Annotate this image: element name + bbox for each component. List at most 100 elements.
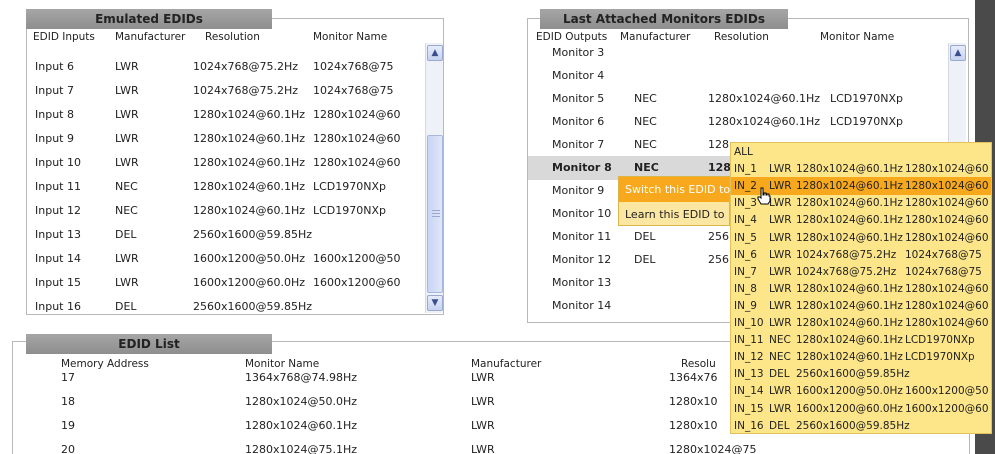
item-manufacturer: NEC xyxy=(769,334,791,347)
table-row[interactable]: Monitor 4 xyxy=(528,64,946,88)
table-row[interactable]: Input 12 NEC 1280x1024@60.1Hz LCD1970NXp xyxy=(27,199,421,223)
manufacturer-cell: NEC xyxy=(115,180,138,193)
item-id: IN_12 xyxy=(734,351,764,364)
last-attached-tab: Last Attached Monitors EDIDs xyxy=(540,9,788,29)
item-id: IN_3 xyxy=(734,197,757,210)
item-resolution: 2560x1600@59.85Hz xyxy=(796,368,910,381)
switch-edid-menu-item[interactable]: Switch this EDID to xyxy=(619,177,730,202)
header-edid-inputs: EDID Inputs xyxy=(33,31,95,43)
item-manufacturer: LWR xyxy=(769,197,792,210)
item-manufacturer: LWR xyxy=(769,385,792,398)
learn-edid-menu-item[interactable]: Learn this EDID to xyxy=(619,202,729,227)
manufacturer-cell: LWR xyxy=(471,395,495,408)
table-row[interactable]: Input 7 LWR 1024x768@75.2Hz 1024x768@75 xyxy=(27,79,421,103)
table-row[interactable]: Input 11 NEC 1280x1024@60.1Hz LCD1970NXp xyxy=(27,175,421,199)
scroll-down-button[interactable]: ▼ xyxy=(427,295,443,311)
item-resolution: 1280x1024@60.1Hz xyxy=(796,299,903,312)
item-monitor-name: LCD1970NXp xyxy=(905,334,975,347)
dropdown-item[interactable]: IN_1 LWR 1280x1024@60.1Hz 1280x1024@60 xyxy=(731,160,991,178)
item-monitor-name: 1280x1024@60 xyxy=(905,197,989,210)
table-row[interactable]: Input 14 LWR 1600x1200@50.0Hz 1600x1200@50 xyxy=(27,247,421,271)
table-row[interactable]: Input 13 DEL 2560x1600@59.85Hz xyxy=(27,223,421,247)
table-row[interactable]: Monitor 3 xyxy=(528,41,946,65)
dropdown-item[interactable]: IN_14 LWR 1600x1200@50.0Hz 1600x1200@50 xyxy=(731,382,991,400)
output-cell: Monitor 3 xyxy=(552,46,605,59)
resolution-cell: 1600x1200@50.0Hz xyxy=(193,252,306,265)
hand-cursor-icon xyxy=(757,187,771,205)
table-row[interactable]: Monitor 5 NEC 1280x1024@60.1Hz LCD1970NXp xyxy=(528,87,946,111)
table-row[interactable]: Input 6 LWR 1024x768@75.2Hz 1024x768@75 xyxy=(27,55,421,79)
item-id: IN_15 xyxy=(734,402,764,415)
item-manufacturer: LWR xyxy=(769,402,792,415)
item-monitor-name: 1280x1024@60 xyxy=(905,180,989,193)
dropdown-item[interactable]: IN_7 LWR 1024x768@75.2Hz 1024x768@75 xyxy=(731,263,991,281)
dropdown-item[interactable]: IN_12 NEC 1280x1024@60.1Hz LCD1970NXp xyxy=(731,348,991,366)
monitor-name-cell: LCD1970NXp xyxy=(830,92,904,105)
address-cell: 18 xyxy=(61,395,75,408)
monitor-name-cell: 1280x1024@75.1Hz xyxy=(245,443,358,454)
item-monitor-name: 1024x768@75 xyxy=(905,265,982,278)
scroll-thumb[interactable] xyxy=(427,135,443,293)
dropdown-item[interactable]: IN_8 LWR 1280x1024@60.1Hz 1280x1024@60 xyxy=(731,280,991,298)
manufacturer-cell: LWR xyxy=(115,276,139,289)
edid-manager-screen: EDID Inputs Manufacturer Resolution Moni… xyxy=(0,0,995,454)
manufacturer-cell: NEC xyxy=(115,204,138,217)
item-manufacturer: LWR xyxy=(769,317,792,329)
table-row[interactable]: Monitor 6 NEC 1280x1024@60.1Hz LCD1970NXp xyxy=(528,110,946,134)
grip-line xyxy=(432,210,440,211)
emulated-scrollbar[interactable]: ▲ ▼ xyxy=(425,43,443,313)
item-manufacturer: DEL xyxy=(769,368,790,381)
table-row[interactable]: Input 8 LWR 1280x1024@60.1Hz 1280x1024@60 xyxy=(27,103,421,127)
address-cell: 17 xyxy=(61,371,75,384)
item-id: IN_9 xyxy=(734,299,757,312)
address-cell: 20 xyxy=(61,443,75,454)
table-row[interactable]: Input 15 LWR 1600x1200@60.0Hz 1600x1200@60 xyxy=(27,271,421,295)
input-cell: Input 8 xyxy=(35,108,74,121)
output-cell: Monitor 9 xyxy=(552,184,605,197)
input-cell: Input 12 xyxy=(35,204,81,217)
dropdown-item[interactable]: IN_9 LWR 1280x1024@60.1Hz 1280x1024@60 xyxy=(731,297,991,315)
resolution-cell: 1280x1024@60.1Hz xyxy=(708,115,821,128)
resolution-cell: 1280x1024@60.1Hz xyxy=(193,204,306,217)
dropdown-item[interactable]: IN_11 NEC 1280x1024@60.1Hz LCD1970NXp xyxy=(731,331,991,349)
table-row[interactable]: 20 1280x1024@75.1Hz LWR 1280x1024@75 xyxy=(13,438,969,454)
table-row[interactable]: Input 10 LWR 1280x1024@60.1Hz 1280x1024@60 xyxy=(27,151,421,175)
item-manufacturer: LWR xyxy=(769,248,792,261)
scroll-up-button[interactable]: ▲ xyxy=(427,45,443,61)
table-row[interactable]: Input 9 LWR 1280x1024@60.1Hz 1280x1024@60 xyxy=(27,127,421,151)
dropdown-item[interactable]: IN_15 LWR 1600x1200@60.0Hz 1600x1200@60 xyxy=(731,400,991,418)
monitor-name-cell: LCD1970NXp xyxy=(830,115,904,128)
item-resolution: 1280x1024@60.1Hz xyxy=(796,282,903,295)
item-id: IN_2 xyxy=(734,180,757,193)
dropdown-item[interactable]: IN_5 LWR 1280x1024@60.1Hz 1280x1024@60 xyxy=(731,229,991,247)
output-cell: Monitor 11 xyxy=(552,230,612,243)
resolution-cell: 1280x10 xyxy=(669,395,718,408)
item-monitor-name: LCD1970NXp xyxy=(905,351,975,364)
item-resolution: 2560x1600@59.85Hz xyxy=(796,419,910,432)
dropdown-item[interactable]: IN_16 DEL 2560x1600@59.85Hz xyxy=(731,417,991,435)
item-manufacturer: LWR xyxy=(769,265,792,278)
output-cell: Monitor 13 xyxy=(552,276,612,289)
dropdown-item[interactable]: IN_10 LWR 1280x1024@60.1Hz 1280x1024@60 xyxy=(731,314,991,332)
manufacturer-cell: DEL xyxy=(115,228,137,241)
item-id: IN_5 xyxy=(734,231,757,244)
dropdown-item[interactable]: IN_4 LWR 1280x1024@60.1Hz 1280x1024@60 xyxy=(731,211,991,229)
item-manufacturer: DEL xyxy=(769,419,790,432)
manufacturer-cell: NEC xyxy=(634,138,657,151)
resolution-cell: 1280x1024@60.1Hz xyxy=(193,156,306,169)
dropdown-item[interactable]: ALL xyxy=(731,143,991,161)
dropdown-item[interactable]: IN_13 DEL 2560x1600@59.85Hz xyxy=(731,365,991,383)
table-row[interactable]: Input 16 DEL 2560x1600@59.85Hz xyxy=(27,295,421,314)
manufacturer-cell: LWR xyxy=(115,132,139,145)
item-resolution: 1600x1200@60.0Hz xyxy=(796,402,903,415)
item-resolution: 1280x1024@60.1Hz xyxy=(796,317,903,329)
scroll-up-button[interactable]: ▲ xyxy=(950,45,966,61)
emulated-edids-panel: EDID Inputs Manufacturer Resolution Moni… xyxy=(26,18,444,315)
output-cell: Monitor 4 xyxy=(552,69,605,82)
header-resolution: Resolution xyxy=(205,31,260,43)
resolution-cell: 2560x1600@59.85Hz xyxy=(193,300,313,313)
input-cell: Input 16 xyxy=(35,300,81,313)
monitor-name-cell: 1280x1024@60 xyxy=(313,156,401,169)
dropdown-item[interactable]: IN_6 LWR 1024x768@75.2Hz 1024x768@75 xyxy=(731,246,991,264)
item-manufacturer: LWR xyxy=(769,299,792,312)
